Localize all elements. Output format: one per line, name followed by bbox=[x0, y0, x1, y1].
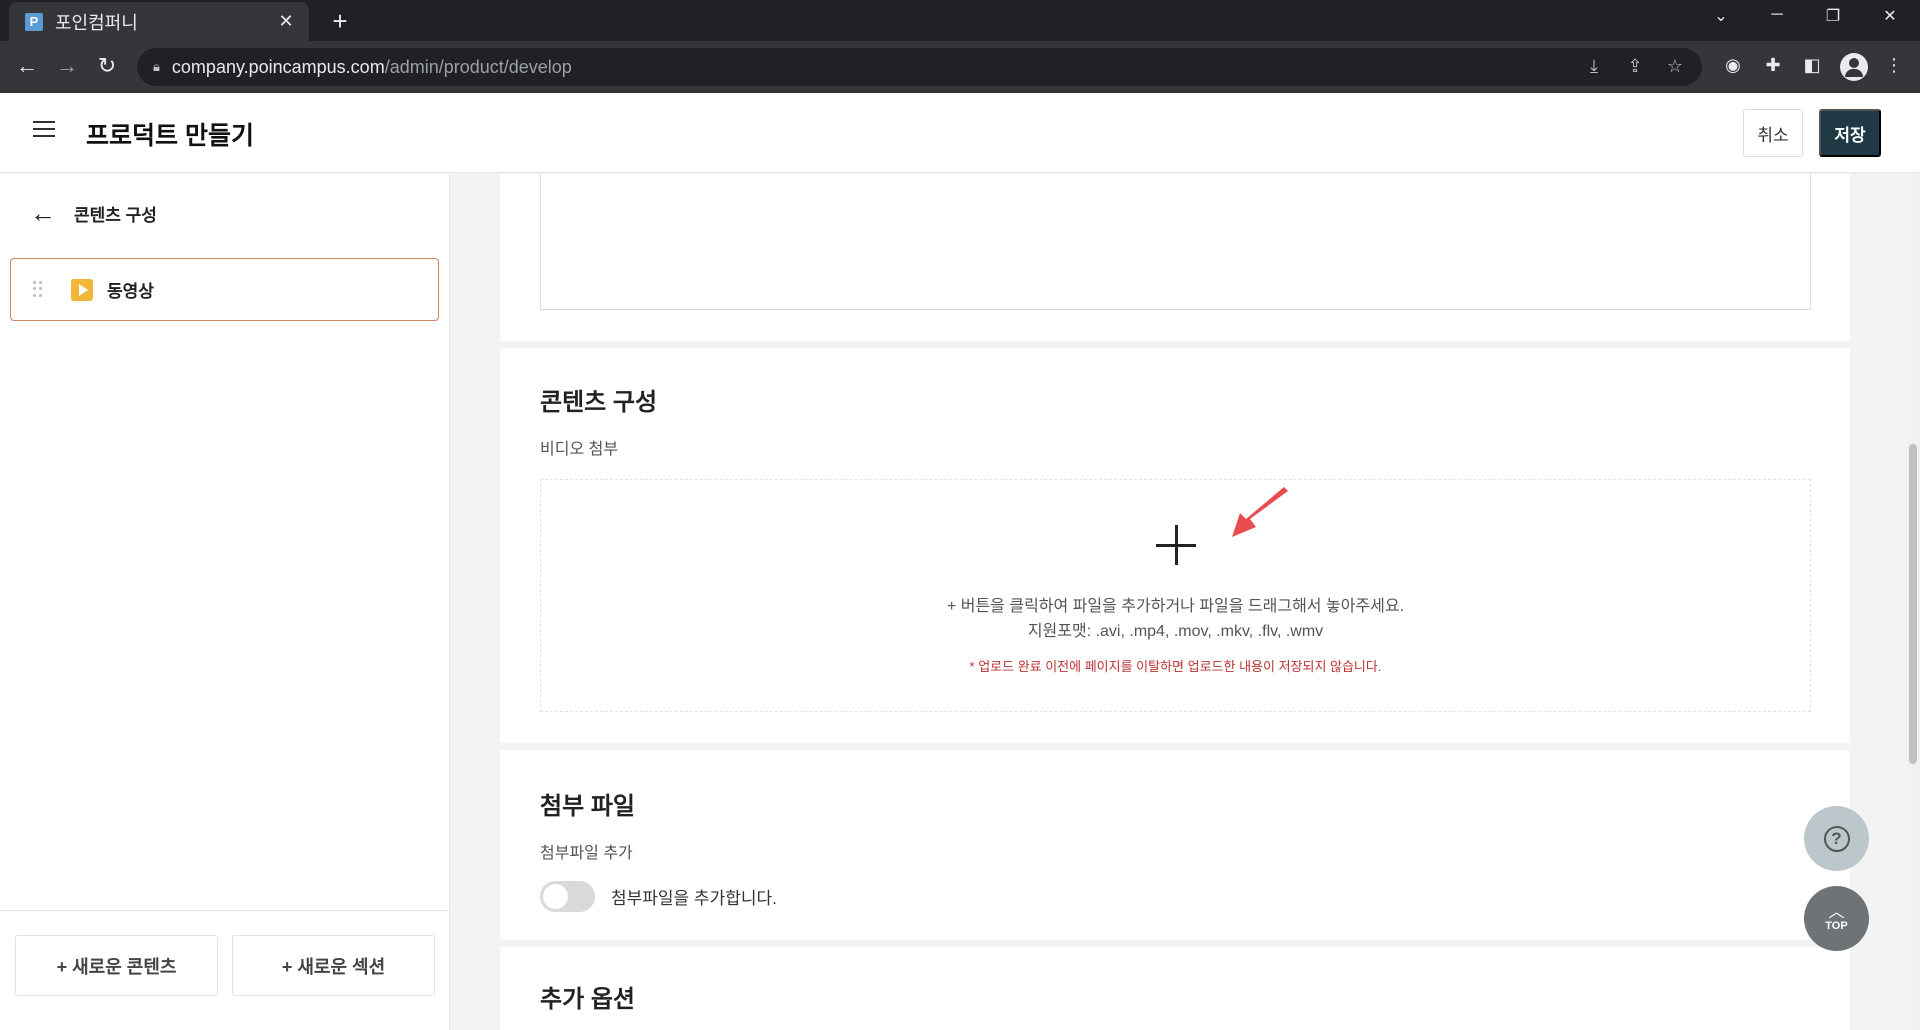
minimize-icon[interactable]: ─ bbox=[1757, 6, 1797, 24]
hamburger-menu-icon[interactable] bbox=[33, 121, 57, 141]
sidebar: ← 콘텐츠 구성 동영상 + 새로운 콘텐츠 + 새로운 섹션 bbox=[0, 174, 450, 1030]
close-tab-icon[interactable]: ✕ bbox=[275, 11, 297, 32]
upload-warning: * 업로드 완료 이전에 페이지를 이탈하면 업로드한 내용이 저장되지 않습니… bbox=[969, 659, 1382, 674]
attachment-toggle-row: 첨부파일을 추가합니다. bbox=[540, 881, 777, 912]
tab-search-icon[interactable]: ⌄ bbox=[1701, 6, 1741, 26]
side-panel-icon[interactable]: ◧ bbox=[1798, 55, 1826, 76]
browser-toolbar: ← → ↻ 🔒︎ company.poincampus.com /admin/p… bbox=[0, 41, 1920, 93]
camera-extension-icon[interactable]: ◉ bbox=[1719, 55, 1747, 76]
attachment-toggle[interactable] bbox=[540, 881, 595, 912]
share-icon[interactable]: ⇪ bbox=[1621, 56, 1649, 77]
red-arrow-icon bbox=[1232, 487, 1288, 537]
lock-icon: 🔒︎ bbox=[153, 59, 160, 74]
sidebar-item-label: 동영상 bbox=[107, 282, 154, 301]
new-section-button[interactable]: + 새로운 섹션 bbox=[232, 935, 435, 996]
back-icon[interactable]: ← bbox=[12, 53, 42, 79]
content-structure-card: 콘텐츠 구성 비디오 첨부 + 버튼을 클릭하여 파일을 추가하거나 파일을 드… bbox=[500, 348, 1850, 743]
scrollbar-thumb[interactable] bbox=[1909, 444, 1917, 764]
save-button[interactable]: 저장 bbox=[1819, 109, 1881, 157]
reload-icon[interactable]: ↻ bbox=[92, 53, 122, 79]
close-window-icon[interactable]: ✕ bbox=[1870, 6, 1910, 26]
app-header: 프로덕트 만들기 취소 저장 bbox=[0, 93, 1920, 173]
address-bar[interactable]: 🔒︎ company.poincampus.com /admin/product… bbox=[137, 48, 1702, 86]
extensions-icon[interactable]: ✚ bbox=[1759, 55, 1787, 76]
help-button[interactable]: ? bbox=[1804, 806, 1869, 871]
url-host: company.poincampus.com bbox=[171, 56, 385, 77]
browser-tab[interactable]: P 포인컴퍼니 ✕ bbox=[9, 2, 309, 41]
chevron-up-icon: ︿ bbox=[1828, 903, 1845, 921]
favicon-icon: P bbox=[25, 12, 43, 31]
supported-formats: 지원포맷: .avi, .mp4, .mov, .mkv, .flv, .wmv bbox=[1027, 623, 1324, 640]
new-tab-icon[interactable]: + bbox=[325, 6, 355, 37]
browser-tab-bar: P 포인컴퍼니 ✕ + ⌄ ─ ❐ ✕ bbox=[0, 0, 1920, 41]
content-section-title: 콘텐츠 구성 bbox=[540, 389, 658, 416]
more-menu-icon[interactable]: ⋮ bbox=[1880, 55, 1908, 76]
video-attach-label: 비디오 첨부 bbox=[540, 441, 619, 458]
url-path: /admin/product/develop bbox=[384, 56, 572, 77]
drag-handle-icon[interactable] bbox=[33, 280, 43, 299]
page-title: 프로덕트 만들기 bbox=[86, 122, 254, 150]
scroll-top-button[interactable]: ︿ TOP bbox=[1804, 886, 1869, 951]
question-icon: ? bbox=[1823, 825, 1850, 852]
back-to-content-structure[interactable]: ← 콘텐츠 구성 bbox=[30, 200, 157, 226]
attachment-add-label: 첨부파일 추가 bbox=[540, 845, 633, 862]
cancel-button[interactable]: 취소 bbox=[1743, 109, 1803, 157]
attachment-toggle-label: 첨부파일을 추가합니다. bbox=[611, 889, 777, 908]
upload-instruction: + 버튼을 클릭하여 파일을 추가하거나 파일을 드래그해서 놓아주세요. bbox=[946, 598, 1405, 615]
page-scrollbar[interactable] bbox=[1906, 174, 1920, 1030]
new-content-button[interactable]: + 새로운 콘텐츠 bbox=[15, 935, 218, 996]
tab-title: 포인컴퍼니 bbox=[55, 12, 138, 33]
description-textarea[interactable] bbox=[540, 174, 1811, 310]
attachment-section-title: 첨부 파일 bbox=[540, 793, 635, 820]
install-icon[interactable]: ⤓ bbox=[1580, 56, 1608, 77]
options-section-title: 추가 옵션 bbox=[540, 986, 635, 1013]
sidebar-footer: + 새로운 콘텐츠 + 새로운 섹션 bbox=[0, 910, 449, 1030]
forward-icon[interactable]: → bbox=[52, 53, 82, 79]
attachment-card: 첨부 파일 첨부파일 추가 첨부파일을 추가합니다. bbox=[500, 750, 1850, 940]
description-card bbox=[500, 174, 1850, 341]
top-label: TOP bbox=[1825, 919, 1848, 932]
options-card: 추가 옵션 bbox=[500, 947, 1850, 1030]
sidebar-item-video[interactable]: 동영상 bbox=[10, 258, 439, 321]
video-upload-dropzone[interactable]: + 버튼을 클릭하여 파일을 추가하거나 파일을 드래그해서 놓아주세요. 지원… bbox=[540, 479, 1811, 712]
sidebar-back-label: 콘텐츠 구성 bbox=[74, 205, 157, 225]
bookmark-star-icon[interactable]: ☆ bbox=[1661, 56, 1689, 77]
arrow-left-icon: ← bbox=[30, 198, 56, 228]
add-file-plus-icon[interactable] bbox=[1156, 525, 1196, 565]
profile-avatar-icon[interactable] bbox=[1840, 53, 1868, 81]
video-icon bbox=[71, 278, 93, 301]
restore-icon[interactable]: ❐ bbox=[1813, 6, 1853, 26]
